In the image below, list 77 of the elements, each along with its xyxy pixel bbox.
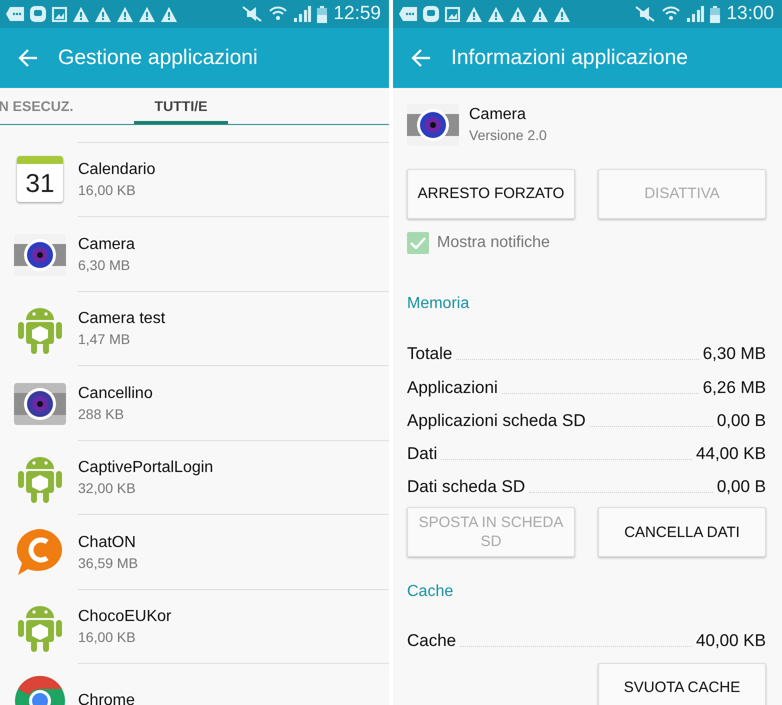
info-label: Totale (407, 344, 452, 364)
app-size: 1,47 MB (78, 331, 132, 348)
app-list-item[interactable]: Cancellino 288 KB (0, 366, 389, 440)
app-size: 288 KB (78, 406, 125, 422)
warning-icon (466, 6, 482, 22)
signal-icon (293, 6, 312, 22)
chat-icon (30, 6, 46, 22)
warning-icon (161, 6, 177, 22)
message-icon (6, 7, 24, 21)
app-size: 6,30 MB (78, 256, 132, 273)
app-list-item[interactable]: Camera test 1,47 MB (0, 291, 389, 366)
info-value: 44,00 KB (696, 444, 766, 464)
battery-icon (317, 6, 328, 22)
camera-icon (14, 232, 66, 276)
info-label: Applicazioni (407, 378, 498, 398)
mute-icon (241, 6, 264, 22)
app-name: Camera test (78, 310, 166, 328)
app-name: Cancellino (78, 384, 154, 403)
app-version: Versione 2.0 (469, 126, 547, 142)
app-size: 16,00 KB (78, 629, 137, 646)
info-value: 0,00 B (716, 477, 766, 498)
warning-icon (139, 6, 155, 22)
app-size: 32,00 KB (78, 480, 137, 496)
warning-icon (554, 6, 570, 22)
camera-icon (407, 102, 459, 146)
warning-icon (73, 6, 89, 22)
screen-title: Informazioni applicazione (451, 46, 688, 70)
battery-icon (710, 6, 720, 22)
info-label: Dati (407, 444, 438, 464)
warning-icon (532, 6, 548, 22)
info-label: Applicazioni scheda SD (407, 410, 586, 431)
section-title: Cache (407, 583, 454, 602)
app-list-item[interactable]: 31 Calendario 16,00 KB (0, 142, 389, 216)
info-value: 0,00 B (716, 410, 766, 431)
app-size: 16,00 KB (78, 182, 137, 198)
tab[interactable]: TUTTI/E (134, 90, 228, 124)
wifi-icon (662, 6, 680, 22)
message-icon (399, 7, 417, 21)
app-name: CaptivePortalLogin (78, 459, 214, 478)
app-name: ChatON (78, 534, 137, 552)
status-time: 13:00 (726, 3, 774, 25)
app-list-item[interactable]: ChocoEUKor 16,00 KB (0, 589, 389, 664)
checkmark-icon (410, 237, 426, 249)
info-value: 6,26 MB (702, 378, 766, 398)
app-name: Camera (78, 236, 136, 254)
camera-icon (14, 380, 66, 425)
warning-icon (95, 6, 111, 22)
app-list-item[interactable]: Camera 6,30 MB (0, 216, 389, 291)
action-button[interactable]: CANCELLA DATI (598, 507, 766, 558)
mute-icon (634, 6, 656, 22)
back-arrow-icon[interactable] (18, 49, 38, 67)
wifi-icon (269, 6, 288, 22)
app-list-item[interactable]: CaptivePortalLogin 32,00 KB (0, 440, 389, 514)
info-label: Cache (407, 630, 456, 651)
back-arrow-icon[interactable] (411, 49, 431, 67)
section-title: Memoria (407, 295, 470, 314)
app-list-item[interactable]: ChatON 36,59 MB (0, 514, 389, 589)
status-time: 12:59 (333, 3, 381, 25)
app-name: Calendario (78, 161, 156, 180)
checkbox-label: Mostra notifiche (437, 234, 550, 252)
app-size: 36,59 MB (78, 554, 139, 571)
signal-icon (686, 6, 704, 22)
image-icon (445, 6, 460, 22)
chat-icon (423, 6, 439, 22)
app-name: ChocoEUKor (78, 608, 172, 626)
warning-icon (117, 6, 133, 22)
info-value: 6,30 MB (702, 344, 766, 364)
app-name: Camera (469, 106, 527, 124)
info-value: 40,00 KB (696, 630, 766, 651)
screen-title: Gestione applicazioni (58, 46, 258, 70)
action-button[interactable]: ARRESTO FORZATO (407, 169, 575, 219)
info-label: Dati scheda SD (407, 477, 526, 498)
warning-icon (510, 6, 526, 22)
image-icon (52, 6, 67, 22)
calendar-icon: 31 (17, 156, 63, 202)
action-button[interactable]: SVUOTA CACHE (598, 662, 766, 705)
warning-icon (488, 6, 504, 22)
